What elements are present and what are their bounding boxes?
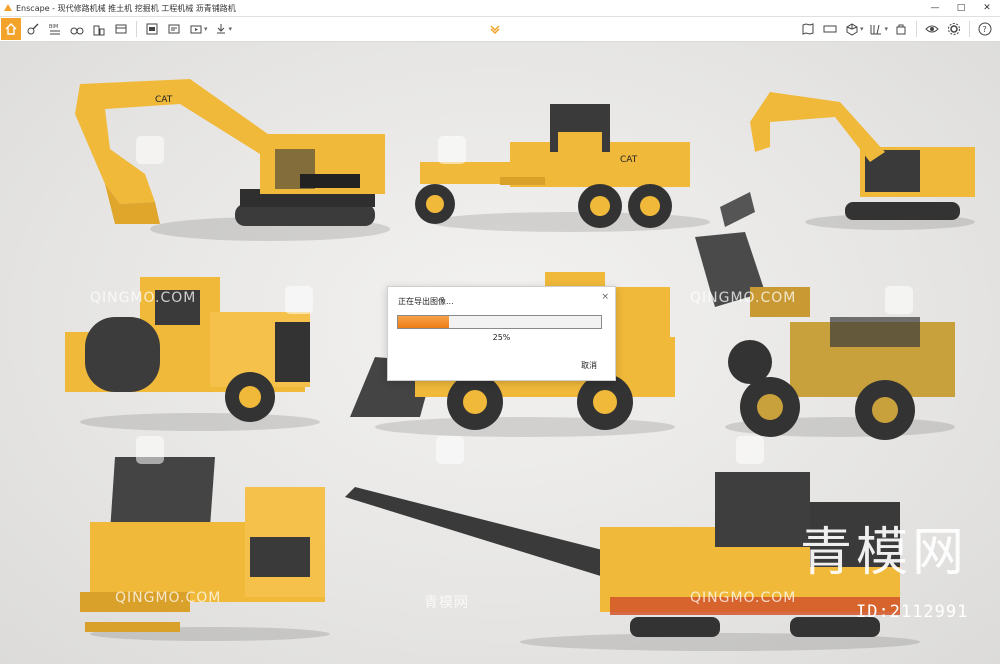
brand-watermark: 青模网 — [800, 523, 969, 583]
watermark-logo-icon — [436, 436, 464, 464]
eye-icon — [925, 25, 939, 33]
asphalt-paver-image — [80, 457, 330, 641]
export-progress-bar — [397, 315, 602, 329]
views-button[interactable] — [67, 19, 87, 39]
panorama-button[interactable] — [820, 19, 840, 39]
toolbar-separator — [136, 21, 137, 37]
panorama-icon — [823, 25, 837, 33]
excavator-large-image: CAT — [75, 79, 390, 241]
map-button[interactable] — [798, 19, 818, 39]
watermark-text: QINGMO.COM — [690, 590, 797, 606]
export-progress-fill — [398, 316, 449, 328]
watermark-logo-icon — [285, 286, 313, 314]
bim-icon: BIM — [49, 24, 60, 35]
watermark-text: QINGMO.COM — [115, 590, 222, 606]
scene-button[interactable] — [111, 19, 131, 39]
toolbar-separator — [969, 21, 970, 37]
library-button[interactable] — [866, 19, 886, 39]
bim-button[interactable]: BIM — [45, 19, 65, 39]
home-icon — [5, 23, 17, 35]
asset-icon — [896, 24, 906, 35]
svg-text:CAT: CAT — [155, 95, 173, 105]
settings-button[interactable] — [944, 19, 964, 39]
watermark-logo-icon — [136, 436, 164, 464]
toolbar: BIM ▾ ▾ ▾ ▾ ? — [0, 17, 1000, 42]
watermark-text: QINGMO.COM — [690, 290, 797, 306]
batch-render-button[interactable] — [164, 19, 184, 39]
dialog-close-icon[interactable]: × — [601, 292, 609, 302]
motor-grader-image: CAT — [415, 104, 710, 232]
watermark-logo-icon — [885, 286, 913, 314]
screenshot-button[interactable] — [142, 19, 162, 39]
walk-icon — [27, 23, 39, 35]
export-progress-dialog: 正在导出图像... × 25% 取消 — [387, 286, 616, 381]
title-bar: Enscape - 现代修路机械 推土机 挖掘机 工程机械 沥青铺路机 — □ … — [0, 0, 1000, 17]
help-button[interactable]: ? — [975, 19, 995, 39]
map-icon — [802, 23, 814, 35]
wheel-loader-image — [695, 232, 955, 440]
batch-render-icon — [168, 24, 180, 34]
export-icon — [216, 24, 225, 34]
progress-percent-label: 25% — [492, 333, 511, 342]
export-button[interactable] — [211, 19, 231, 39]
settings-icon — [948, 23, 960, 35]
buildings-icon — [93, 25, 105, 36]
video-dropdown-caret[interactable]: ▾ — [204, 25, 208, 33]
model-id-label: ID:2112991 — [856, 602, 969, 622]
dialog-title: 正在导出图像... — [398, 297, 454, 306]
cube-dropdown-caret[interactable]: ▾ — [860, 25, 864, 33]
excavator-small-image — [720, 92, 975, 230]
close-window-button[interactable]: ✕ — [974, 0, 1000, 16]
video-button[interactable] — [186, 19, 206, 39]
watermark-logo-icon — [438, 136, 466, 164]
window-title: Enscape - 现代修路机械 推土机 挖掘机 工程机械 沥青铺路机 — [16, 3, 236, 13]
visual-settings-button[interactable] — [922, 19, 942, 39]
maximize-button[interactable]: □ — [948, 0, 974, 16]
home-button[interactable] — [1, 18, 21, 40]
svg-text:CAT: CAT — [620, 155, 638, 165]
cube-button[interactable] — [842, 19, 862, 39]
cube-icon — [846, 23, 858, 36]
scene-icon — [115, 24, 127, 34]
toolbar-separator — [916, 21, 917, 37]
library-dropdown-caret[interactable]: ▾ — [884, 25, 888, 33]
svg-text:?: ? — [983, 25, 987, 34]
collapse-chevron-icon[interactable] — [488, 22, 502, 36]
asset-button[interactable] — [891, 19, 911, 39]
buildings-button[interactable] — [89, 19, 109, 39]
watermark-text: QINGMO.COM — [90, 290, 197, 306]
enscape-logo-icon — [4, 4, 12, 11]
minimize-button[interactable]: — — [922, 0, 948, 16]
svg-text:BIM: BIM — [49, 24, 58, 30]
help-icon: ? — [978, 22, 992, 36]
library-icon — [870, 24, 882, 35]
cancel-button[interactable]: 取消 — [581, 360, 597, 371]
binoculars-icon — [70, 27, 84, 35]
watermark-logo-icon — [136, 136, 164, 164]
watermark-logo-icon — [736, 436, 764, 464]
walk-mode-button[interactable] — [23, 19, 43, 39]
watermark-text: 青模网 — [424, 595, 469, 611]
video-icon — [190, 25, 202, 34]
export-dropdown-caret[interactable]: ▾ — [229, 25, 233, 33]
screenshot-icon — [146, 23, 158, 35]
